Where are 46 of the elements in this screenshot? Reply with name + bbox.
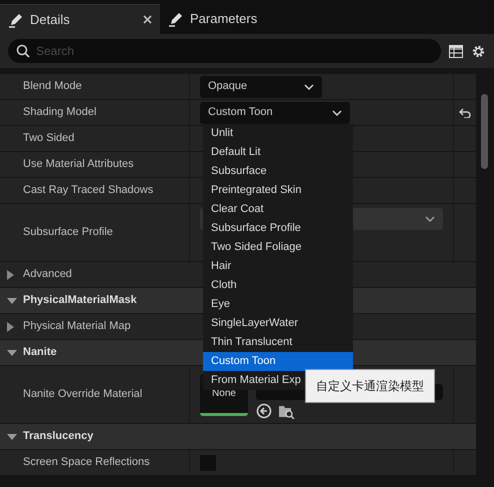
property-label: Use Material Attributes xyxy=(23,157,134,172)
menu-item[interactable]: Thin Translucent xyxy=(203,333,353,352)
menu-item[interactable]: SingleLayerWater xyxy=(203,314,353,333)
settings-icon xyxy=(471,44,486,58)
group-label: Physical Material Map xyxy=(23,319,131,334)
menu-item[interactable]: Preintegrated Skin xyxy=(203,181,353,200)
category-header: PhysicalMaterialMask xyxy=(23,293,137,308)
menu-item[interactable]: Custom Toon xyxy=(203,352,353,371)
property-label: Cast Ray Traced Shadows xyxy=(23,183,154,198)
triangle-right-icon[interactable] xyxy=(7,270,14,280)
property-label: Subsurface Profile xyxy=(23,225,113,240)
property-label: Shading Model xyxy=(23,105,96,120)
table-icon xyxy=(449,44,463,58)
menu-item[interactable]: Clear Coat xyxy=(203,200,353,219)
scrollbar-thumb[interactable] xyxy=(481,94,488,169)
menu-item[interactable]: Subsurface Profile xyxy=(203,219,353,238)
menu-item[interactable]: Default Lit xyxy=(203,143,353,162)
search-field[interactable]: Search xyxy=(8,39,441,63)
group-label: Advanced xyxy=(23,267,72,282)
pencil-icon xyxy=(8,12,24,28)
menu-item[interactable]: Eye xyxy=(203,295,353,314)
tab[interactable]: Details xyxy=(0,4,160,34)
triangle-down-icon[interactable] xyxy=(7,348,17,356)
menu-item[interactable]: Two Sided Foliage xyxy=(203,238,353,257)
menu-item[interactable]: Unlit xyxy=(203,124,353,143)
chevron-down-icon xyxy=(425,216,435,222)
chevron-down-icon xyxy=(304,84,314,90)
triangle-down-icon[interactable] xyxy=(7,296,17,304)
menu-item[interactable]: Hair xyxy=(203,257,353,276)
category-header: Translucency xyxy=(23,429,94,444)
tooltip: 自定义卡通渲染模型 xyxy=(305,369,435,403)
pencil-icon xyxy=(168,11,184,27)
category-header: Nanite xyxy=(23,345,57,360)
triangle-right-icon[interactable] xyxy=(7,322,14,332)
property-label: Blend Mode xyxy=(23,79,82,94)
arrow-left-circle-icon xyxy=(256,402,272,419)
menu-item[interactable]: Cloth xyxy=(203,276,353,295)
property-label: Two Sided xyxy=(23,131,74,146)
menu-item[interactable]: Subsurface xyxy=(203,162,353,181)
chevron-down-icon xyxy=(332,110,342,116)
property-label: Screen Space Reflections xyxy=(23,455,150,470)
triangle-down-icon[interactable] xyxy=(7,432,17,440)
tab[interactable]: Parameters xyxy=(160,4,266,34)
dropdown[interactable]: Opaque xyxy=(200,76,322,98)
property-label: Nanite Override Material xyxy=(23,387,142,402)
dropdown[interactable]: Custom Toon xyxy=(200,102,350,124)
